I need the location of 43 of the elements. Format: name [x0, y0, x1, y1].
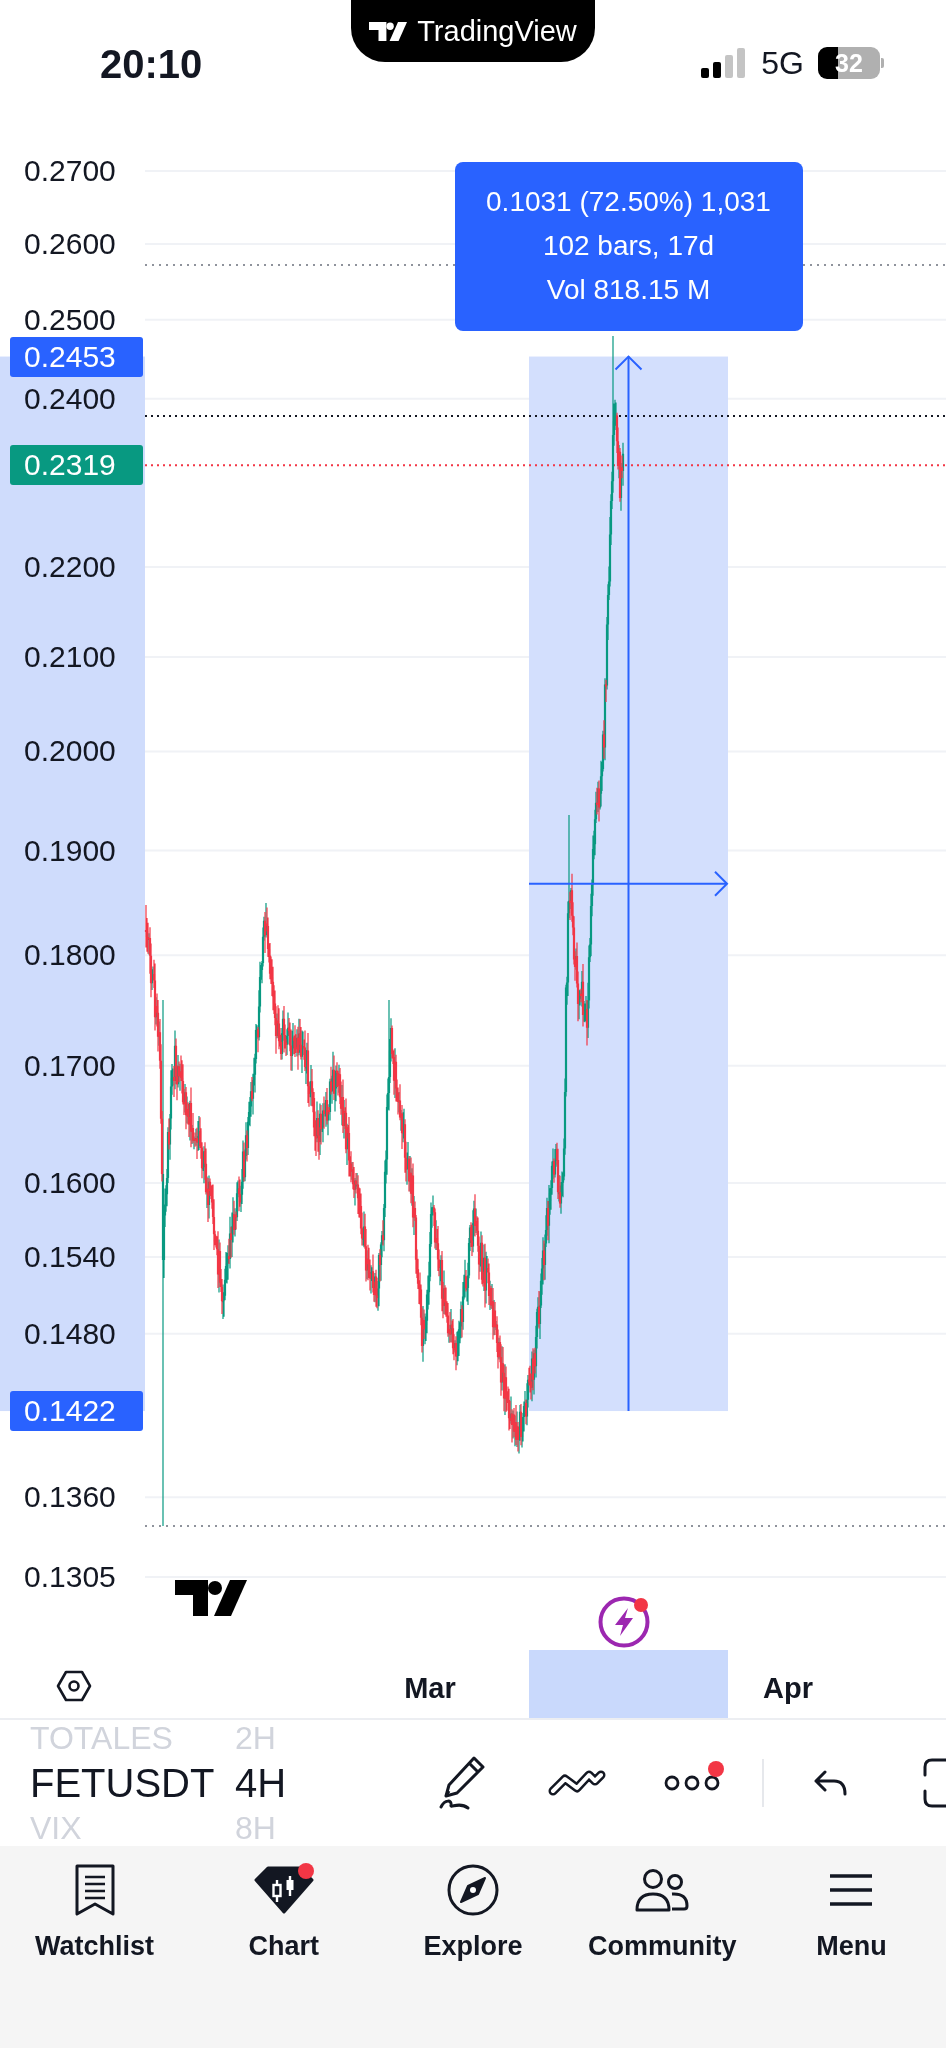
price-axis-label: 0.2100	[24, 641, 116, 674]
time-axis-label: Apr	[763, 1671, 813, 1705]
symbol-option[interactable]: FETUSDT	[30, 1760, 215, 1806]
trend-lines-icon[interactable]	[547, 1770, 606, 1796]
lightning-icon[interactable]	[598, 1596, 650, 1648]
price-badge: 0.2453	[10, 336, 143, 377]
price-axis-label: 0.1700	[24, 1049, 116, 1082]
corner-brackets-icon[interactable]	[922, 1758, 946, 1808]
undo-icon[interactable]	[812, 1770, 847, 1796]
pencil-icon[interactable]	[437, 1755, 486, 1811]
price-axis-label: 0.2400	[24, 382, 116, 415]
nav-tab[interactable]: Explore	[378, 1846, 568, 1968]
interval-option[interactable]: 4H	[235, 1760, 287, 1806]
nav-tab[interactable]: Menu	[756, 1846, 946, 1968]
nav-tab[interactable]: Community	[567, 1846, 757, 1968]
price-axis-label: 0.1800	[24, 939, 116, 972]
price-axis-label: 0.2000	[24, 735, 116, 768]
signal-icon	[701, 48, 748, 78]
tooltip-text: 102 bars, 17d	[542, 228, 715, 263]
tooltip-text: 0.1031 (72.50%) 1,031	[486, 184, 771, 219]
nav-tab[interactable]: Watchlist	[0, 1846, 190, 1968]
app-name: TradingView	[417, 14, 577, 48]
price-axis-label: 0.1480	[24, 1317, 116, 1350]
nav-tab[interactable]: Chart	[189, 1846, 379, 1968]
price-badge: 0.2319	[10, 445, 143, 486]
status-time: 20:10	[100, 42, 203, 86]
price-axis-label: 0.1900	[24, 834, 116, 867]
price-axis-label: 0.1360	[24, 1481, 116, 1514]
network-label: 5G	[761, 46, 804, 80]
price-axis-label: 0.1600	[24, 1166, 116, 1199]
price-axis-label: 0.1305	[24, 1561, 116, 1594]
logo-icon	[369, 21, 408, 41]
settings-icon[interactable]	[56, 1670, 92, 1702]
price-axis-label: 0.2500	[24, 303, 116, 336]
price-badge: 0.1422	[10, 1391, 143, 1432]
more-icon[interactable]	[663, 1775, 720, 1791]
price-axis-label: 0.2600	[24, 228, 116, 260]
price-axis-label: 0.1540	[24, 1240, 116, 1273]
price-axis-label: 0.2200	[24, 551, 116, 584]
tooltip-text: Vol 818.15 M	[546, 272, 711, 307]
time-axis-label: Mar	[404, 1671, 456, 1705]
logo-icon	[175, 1580, 247, 1616]
price-axis-label: 0.2700	[24, 155, 116, 187]
